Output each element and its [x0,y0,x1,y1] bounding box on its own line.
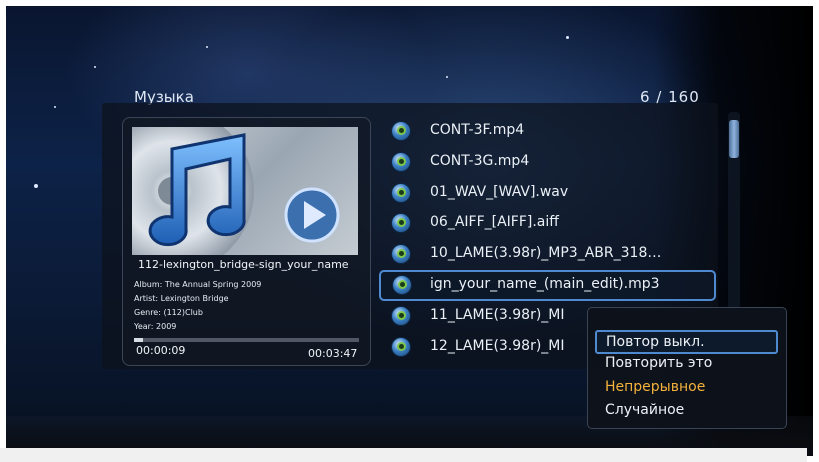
file-list-item[interactable]: 01_WAV_[WAV].wav [386,180,716,206]
star [566,36,569,39]
itunes-note-icon [132,127,340,255]
star [54,106,56,108]
star [446,76,448,78]
file-list-item[interactable]: 06_AIFF_[AIFF].aiff [386,210,716,236]
file-name: 11_LAME(3.98r)_MI [430,307,565,323]
file-name: CONT-3G.mp4 [430,153,530,169]
track-title: 112-lexington_bridge-sign_your_name [138,258,349,271]
total-time: 00:03:47 [308,347,358,360]
file-name: 01_WAV_[WAV].wav [430,184,569,200]
genre-label: Genre: (112)Club [134,308,203,317]
file-name: CONT-3F.mp4 [430,122,525,138]
music-file-icon [392,184,410,202]
file-list-item[interactable]: CONT-3F.mp4 [386,118,716,144]
star [94,66,96,68]
music-file-icon [392,245,410,263]
star [34,184,38,188]
file-list-item[interactable]: 10_LAME(3.98r)_MP3_ABR_318… [386,241,716,267]
file-name: 12_LAME(3.98r)_MI [430,338,565,354]
album-art [132,127,358,255]
music-file-icon [392,307,410,325]
scrollbar-thumb[interactable] [729,120,739,158]
elapsed-time: 00:00:09 [136,344,186,357]
progress-fill [134,338,143,342]
menu-item-repeat-one[interactable]: Повторить это [605,355,712,371]
progress-bar[interactable] [134,338,359,342]
year-label: Year: 2009 [134,322,177,331]
music-file-icon [392,122,410,140]
file-name: 10_LAME(3.98r)_MP3_ABR_318… [430,245,662,261]
file-name: 06_AIFF_[AIFF].aiff [430,214,559,230]
repeat-mode-menu: Повтор выкл. Повторить это Непрерывное С… [587,307,787,429]
file-name: ign_your_name_(main_edit).mp3 [430,276,660,292]
menu-item-repeat-off[interactable]: Повтор выкл. [595,330,778,354]
music-file-icon [392,153,410,171]
music-file-icon [392,214,410,232]
artist-label: Artist: Lexington Bridge [134,294,229,303]
menu-item-shuffle[interactable]: Случайное [605,402,684,418]
menu-item-continuous[interactable]: Непрерывное [605,379,705,395]
bottom-bar [0,448,807,462]
music-file-icon [393,276,411,294]
file-list-item-selected[interactable]: ign_your_name_(main_edit).mp3 [379,270,716,301]
music-file-icon [392,338,410,356]
star [206,46,208,48]
album-label: Album: The Annual Spring 2009 [134,280,262,289]
file-list-item[interactable]: CONT-3G.mp4 [386,149,716,175]
